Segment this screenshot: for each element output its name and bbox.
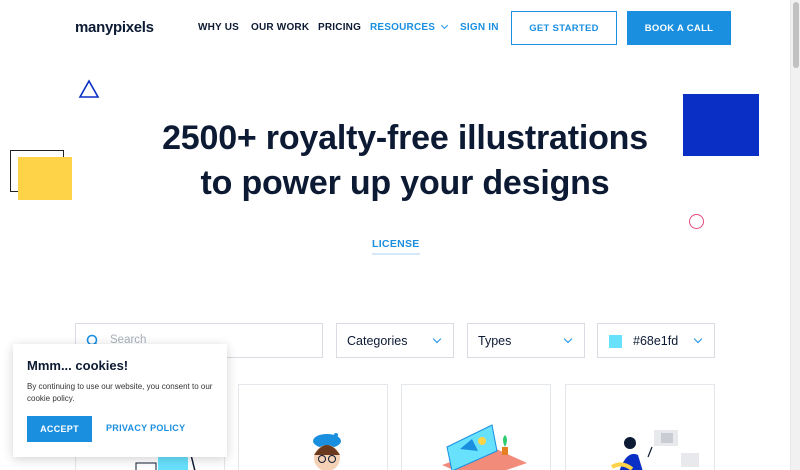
illustration-image [610, 430, 699, 470]
hero-title: 2500+ royalty-free illustrations to powe… [0, 116, 800, 206]
illustration-card[interactable] [565, 384, 715, 470]
chevron-down-icon [441, 21, 449, 30]
logo[interactable]: manypixels [75, 19, 154, 36]
illustration-card[interactable] [238, 384, 388, 470]
chevron-down-icon [563, 334, 573, 344]
nav-resources[interactable]: RESOURCES [370, 21, 449, 33]
license-link[interactable]: LICENSE [372, 238, 420, 255]
cookie-title: Mmm... cookies! [27, 358, 129, 373]
chevron-down-icon [432, 334, 442, 344]
types-dropdown[interactable]: Types [467, 323, 585, 358]
color-dropdown[interactable]: #68e1fd [597, 323, 715, 358]
nav-our-work[interactable]: OUR WORK [251, 22, 309, 33]
nav-resources-label: RESOURCES [370, 22, 436, 33]
nav-pricing[interactable]: PRICING [318, 22, 361, 33]
nav-why-us[interactable]: WHY US [198, 22, 239, 33]
scrollbar-thumb[interactable] [793, 2, 799, 68]
types-label: Types [478, 334, 512, 348]
chevron-down-icon [693, 334, 703, 344]
color-value: #68e1fd [633, 334, 679, 348]
categories-dropdown[interactable]: Categories [336, 323, 454, 358]
categories-label: Categories [347, 334, 408, 348]
triangle-decoration [78, 79, 100, 98]
accept-cookies-button[interactable]: ACCEPT [27, 416, 92, 442]
book-a-call-button[interactable]: BOOK A CALL [627, 11, 731, 45]
illustration-card[interactable] [401, 384, 551, 470]
site-header: manypixels WHY US OUR WORK PRICING RESOU… [0, 0, 790, 56]
nav-sign-in[interactable]: SIGN IN [460, 22, 499, 33]
illustration-image [442, 424, 527, 470]
hero-title-line-2: to power up your designs [200, 164, 610, 202]
privacy-policy-link[interactable]: PRIVACY POLICY [106, 423, 185, 433]
hero-title-line-1: 2500+ royalty-free illustrations [162, 119, 648, 157]
page-scrollbar[interactable] [790, 0, 800, 470]
circle-decoration [689, 214, 704, 229]
get-started-button[interactable]: GET STARTED [511, 11, 617, 45]
cookie-banner: Mmm... cookies! By continuing to use our… [13, 344, 227, 457]
cookie-text: By continuing to use our website, you co… [27, 382, 213, 403]
illustration-image [313, 433, 341, 470]
color-swatch [609, 335, 622, 348]
